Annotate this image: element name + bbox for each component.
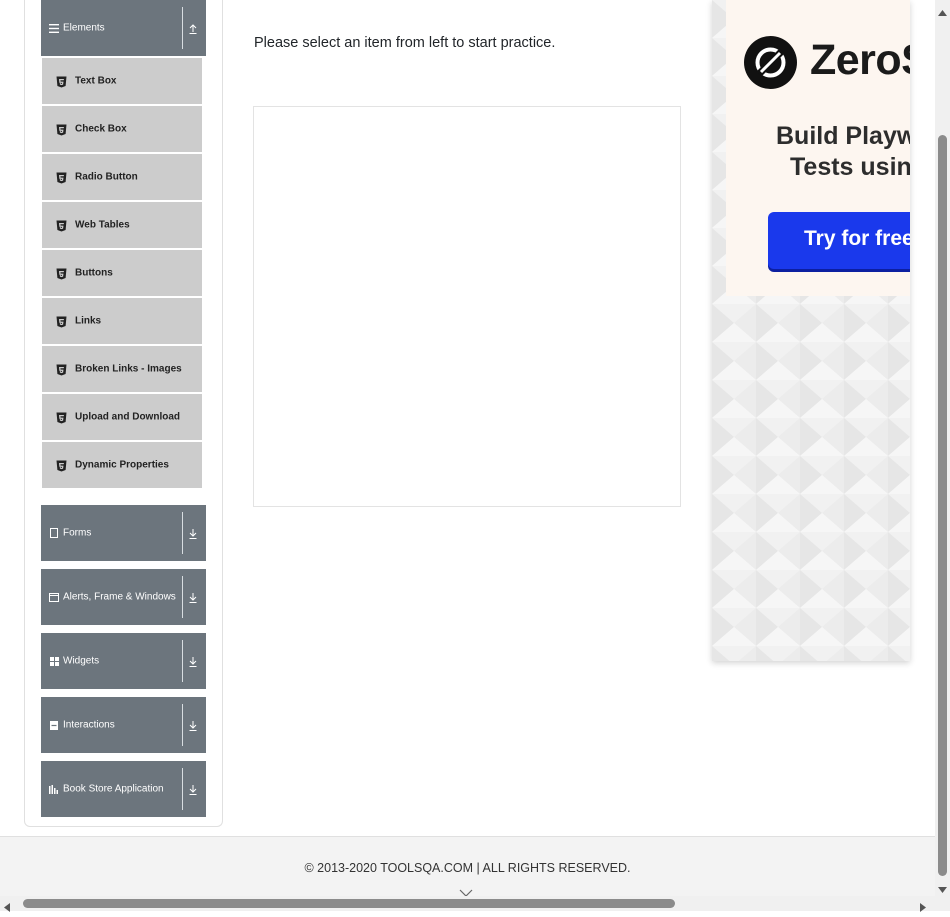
group-header-alerts-frame-windows[interactable]: Alerts, Frame & Windows [41, 569, 206, 625]
html5-icon [56, 459, 67, 472]
collapse-up-icon[interactable] [188, 22, 198, 34]
scroll-down-arrow-icon[interactable] [938, 880, 947, 893]
ad-headline: Build Playwri Tests using [776, 121, 910, 183]
ad-card: ZeroSt Build Playwri Tests using Try for… [726, 0, 910, 296]
copyright-text: © 2013-2020 TOOLSQA.COM | ALL RIGHTS RES… [304, 861, 631, 875]
html5-icon [56, 315, 67, 328]
menu-item-label: Web Tables [75, 219, 130, 231]
html5-icon [56, 75, 67, 88]
scroll-up-arrow-icon[interactable] [938, 3, 947, 16]
divider [182, 7, 183, 49]
html5-icon [56, 411, 67, 424]
advertisement[interactable]: ZeroSt Build Playwri Tests using Try for… [712, 0, 910, 661]
footer: © 2013-2020 TOOLSQA.COM | ALL RIGHTS RES… [0, 836, 935, 897]
ad-cta-button[interactable]: Try for free - [768, 212, 910, 269]
html5-icon [56, 267, 67, 280]
grid-icon [49, 656, 59, 666]
menu-item-radio-button[interactable]: Radio Button [42, 154, 202, 200]
expand-down-icon[interactable] [188, 655, 198, 667]
menu-item-label: Links [75, 315, 102, 327]
ad-headline-line2: Tests using [790, 153, 910, 181]
group-label: Alerts, Frame & Windows [63, 591, 176, 603]
menu-item-label: Upload and Download [75, 411, 180, 423]
intro-text: Please select an item from left to start… [254, 35, 556, 51]
form-icon [49, 528, 59, 538]
divider [182, 576, 183, 618]
books-icon [49, 784, 59, 794]
menu-item-label: Buttons [75, 267, 113, 279]
menu-item-dynamic-properties[interactable]: Dynamic Properties [42, 442, 202, 488]
group-header-widgets[interactable]: Widgets [41, 633, 206, 689]
chevron-down-icon[interactable] [459, 884, 473, 897]
html5-icon [56, 171, 67, 184]
group-label: Widgets [63, 655, 100, 667]
menu-item-label: Dynamic Properties [75, 459, 169, 471]
vertical-scrollbar[interactable] [935, 0, 950, 896]
expand-down-icon[interactable] [188, 783, 198, 795]
menu-item-broken-links-images[interactable]: Broken Links - Images [42, 346, 202, 392]
html5-icon [56, 123, 67, 136]
scroll-left-arrow-icon[interactable] [4, 899, 10, 912]
menu-item-web-tables[interactable]: Web Tables [42, 202, 202, 248]
menu-item-label: Radio Button [75, 171, 138, 183]
divider [182, 768, 183, 810]
group-header-interactions[interactable]: Interactions [41, 697, 206, 753]
group-label: Forms [63, 527, 92, 539]
menu-item-buttons[interactable]: Buttons [42, 250, 202, 296]
vertical-scroll-thumb[interactable] [938, 135, 947, 876]
expand-down-icon[interactable] [188, 527, 198, 539]
zerostep-logo-icon [744, 36, 797, 89]
group-header-book-store-application[interactable]: Book Store Application [41, 761, 206, 817]
ad-brand: ZeroSt [810, 36, 910, 84]
horizontal-scrollbar[interactable] [0, 896, 950, 912]
menu-item-upload-and-download[interactable]: Upload and Download [42, 394, 202, 440]
group-label: Book Store Application [63, 783, 164, 795]
group-label: Elements [63, 22, 105, 34]
menu-item-check-box[interactable]: Check Box [42, 106, 202, 152]
menu-item-links[interactable]: Links [42, 298, 202, 344]
menu-item-label: Broken Links - Images [75, 363, 182, 375]
menu-item-label: Text Box [75, 75, 117, 87]
window-icon [49, 592, 59, 602]
expand-down-icon[interactable] [188, 591, 198, 603]
divider [182, 640, 183, 682]
html5-icon [56, 363, 67, 376]
divider [182, 512, 183, 554]
list-icon [49, 720, 59, 730]
practice-area [253, 106, 681, 507]
menu-item-text-box[interactable]: Text Box [42, 58, 202, 104]
horizontal-scroll-thumb[interactable] [23, 899, 675, 908]
group-label: Interactions [63, 719, 115, 731]
group-header-elements[interactable]: Elements [41, 0, 206, 56]
html5-icon [56, 219, 67, 232]
divider [182, 704, 183, 746]
ad-headline-line1: Build Playwri [776, 122, 910, 150]
expand-down-icon[interactable] [188, 719, 198, 731]
menu-item-label: Check Box [75, 123, 127, 135]
scroll-right-arrow-icon[interactable] [920, 899, 926, 912]
group-header-forms[interactable]: Forms [41, 505, 206, 561]
hamburger-icon [49, 23, 59, 33]
